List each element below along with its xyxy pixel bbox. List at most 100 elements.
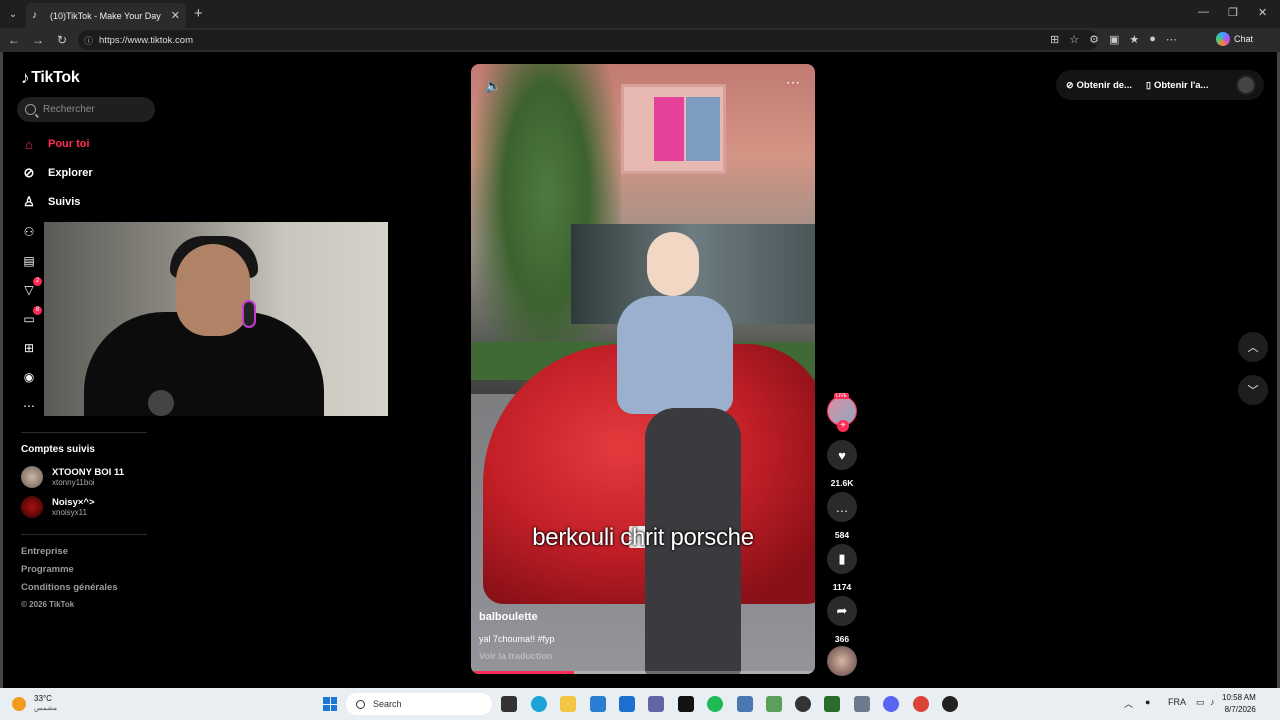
sun-icon — [12, 696, 26, 711]
url-field[interactable]: ⓘ https://www.tiktok.com — [78, 30, 1098, 50]
start-button-windows-icon[interactable] — [323, 697, 337, 711]
more-icon[interactable]: ⋯ — [21, 398, 37, 414]
nav-item-for-you[interactable]: ⌂ Pour toi — [21, 136, 90, 152]
copilot-chat-button[interactable]: Chat — [1216, 32, 1253, 46]
close-window-button[interactable]: ✕ — [1258, 6, 1267, 19]
site-info-icon[interactable]: ⓘ — [84, 34, 93, 47]
video-scene-glass — [686, 97, 720, 161]
compass-icon: ⊘ — [23, 165, 35, 180]
forward-icon[interactable]: → — [26, 33, 50, 47]
streamer-head — [176, 244, 250, 336]
browser-tab-bar: ⌄ ♪ (10)TikTok - Make Your Day ✕ + — ❐ ✕ — [0, 0, 1280, 28]
tiktok-logo[interactable]: ♪ TikTok — [21, 68, 80, 88]
reload-icon[interactable]: ↻ — [50, 33, 74, 47]
upload-icon[interactable]: ⊞ — [21, 340, 37, 356]
streaming-app-icon[interactable] — [824, 696, 840, 712]
chrome-icon[interactable] — [913, 696, 929, 712]
language-indicator[interactable]: FRA — [1168, 697, 1186, 707]
discord-icon[interactable] — [883, 696, 899, 712]
followed-account[interactable]: Noisy×^> xnoisyx11 — [21, 496, 95, 518]
live-icon[interactable]: ▤ — [21, 253, 37, 269]
account-name: XTOONY BOI 11 — [52, 467, 124, 478]
video-more-icon[interactable]: ⋯ — [786, 74, 801, 91]
activity-badge: 2 — [33, 277, 42, 286]
network-icon[interactable]: ▭ — [1196, 697, 1205, 708]
footer-link-program[interactable]: Programme — [21, 564, 74, 575]
comment-button[interactable]: … 584 — [826, 492, 858, 540]
app-available-icon[interactable]: ⊞ — [1050, 33, 1059, 46]
previous-video-chevron-up-icon[interactable]: ︿ — [1238, 332, 1268, 362]
extensions-icon[interactable]: ⚙ — [1089, 33, 1099, 46]
profile-avatar[interactable]: ◉ — [21, 369, 37, 385]
video-author[interactable]: balboulette — [479, 611, 538, 623]
get-app-button[interactable]: ▯ Obtenir l'a... — [1146, 80, 1208, 91]
nav-item-following[interactable]: ♙ Suivis — [21, 194, 80, 210]
back-icon[interactable]: ← — [2, 33, 26, 47]
clock[interactable]: 10:58 AM 8/7/2026 — [1222, 692, 1256, 716]
browser-tab[interactable]: ♪ (10)TikTok - Make Your Day ✕ — [26, 3, 186, 28]
footer-link-company[interactable]: Entreprise — [21, 546, 68, 557]
music-disc[interactable] — [827, 646, 857, 676]
outlook-icon[interactable] — [590, 696, 606, 712]
video-progress-bar[interactable] — [471, 671, 815, 674]
collections-icon[interactable]: ▣ — [1109, 33, 1119, 46]
messages-icon[interactable]: ▭ 8 — [21, 306, 42, 327]
search-input[interactable]: Rechercher — [17, 97, 155, 122]
tab-close-icon[interactable]: ✕ — [171, 9, 180, 22]
more-menu-icon[interactable]: ⋯ — [1166, 33, 1177, 46]
settings-icon[interactable] — [854, 696, 870, 712]
like-button[interactable]: ♥ 21.6K — [826, 440, 858, 488]
new-tab-button[interactable]: + — [194, 5, 203, 22]
obs-icon[interactable] — [795, 696, 811, 712]
favorite-star-icon[interactable]: ☆ — [1069, 33, 1079, 46]
get-coins-button[interactable]: ⊘ Obtenir de... — [1066, 80, 1132, 91]
footer-link-terms[interactable]: Conditions générales — [21, 582, 118, 593]
volume-icon[interactable]: ♪ — [1210, 697, 1215, 707]
followed-account[interactable]: XTOONY BOI 11 xtonny11boi — [21, 466, 124, 488]
edge-icon[interactable] — [531, 696, 547, 712]
snipping-tool-icon[interactable] — [766, 696, 782, 712]
terminal-icon[interactable] — [678, 696, 694, 712]
account-avatar[interactable] — [1236, 75, 1256, 95]
url-text: https://www.tiktok.com — [99, 34, 193, 46]
task-view-icon[interactable] — [501, 696, 517, 712]
share-count: 366 — [834, 634, 850, 644]
friends-icon[interactable]: ⚇ — [21, 224, 37, 240]
see-translation-link[interactable]: Voir la traduction — [479, 651, 552, 661]
save-button[interactable]: ▮ 1174 — [826, 544, 858, 592]
nav-item-explore[interactable]: ⊘ Explorer — [21, 165, 93, 181]
profile-icon[interactable]: ● — [1149, 33, 1156, 46]
heart-icon: ♥ — [827, 440, 857, 470]
toolbar-icons: ⊞ ☆ ⚙ ▣ ★ ● ⋯ — [1050, 33, 1177, 46]
creator-avatar[interactable]: LIVE + — [827, 393, 857, 432]
store-icon[interactable] — [619, 696, 635, 712]
microphone-icon[interactable]: ● — [1145, 697, 1150, 707]
calculator-icon[interactable] — [737, 696, 753, 712]
save-count: 1174 — [832, 582, 852, 592]
chat-label: Chat — [1234, 34, 1254, 44]
next-video-chevron-down-icon[interactable]: ﹀ — [1238, 375, 1268, 405]
volume-icon[interactable]: 🔈 — [485, 78, 501, 94]
file-explorer-icon[interactable] — [560, 696, 576, 712]
time: 10:58 AM — [1222, 693, 1256, 702]
teams-icon[interactable] — [648, 696, 664, 712]
app-icon[interactable] — [942, 696, 958, 712]
share-button[interactable]: ➦ 366 — [826, 596, 858, 644]
activity-icon[interactable]: ▽ 2 — [21, 277, 42, 298]
logo-text: TikTok — [31, 69, 80, 86]
follow-plus-icon[interactable]: + — [837, 420, 849, 432]
spotify-icon[interactable] — [707, 696, 723, 712]
restore-button[interactable]: ❐ — [1228, 6, 1238, 19]
favorites-icon[interactable]: ★ — [1129, 33, 1139, 46]
weather-widget[interactable]: 33°C مشمس — [12, 694, 57, 713]
share-icon: ➦ — [827, 596, 857, 626]
nav-label: Suivis — [48, 196, 81, 208]
tray-expand-icon[interactable]: ︿ — [1124, 697, 1133, 710]
tab-list-chevron-icon[interactable]: ⌄ — [0, 1, 26, 27]
minimize-button[interactable]: — — [1198, 6, 1209, 18]
taskbar-search[interactable]: Search — [346, 693, 492, 715]
video-player[interactable]: 🔈 ⋯ berkouli chrit porsche balboulette y… — [471, 64, 815, 674]
live-badge: LIVE — [834, 393, 849, 399]
browser-address-bar: ← → ↻ ⓘ https://www.tiktok.com ⊞ ☆ ⚙ ▣ ★… — [0, 28, 1280, 52]
video-scene-person — [617, 226, 741, 674]
